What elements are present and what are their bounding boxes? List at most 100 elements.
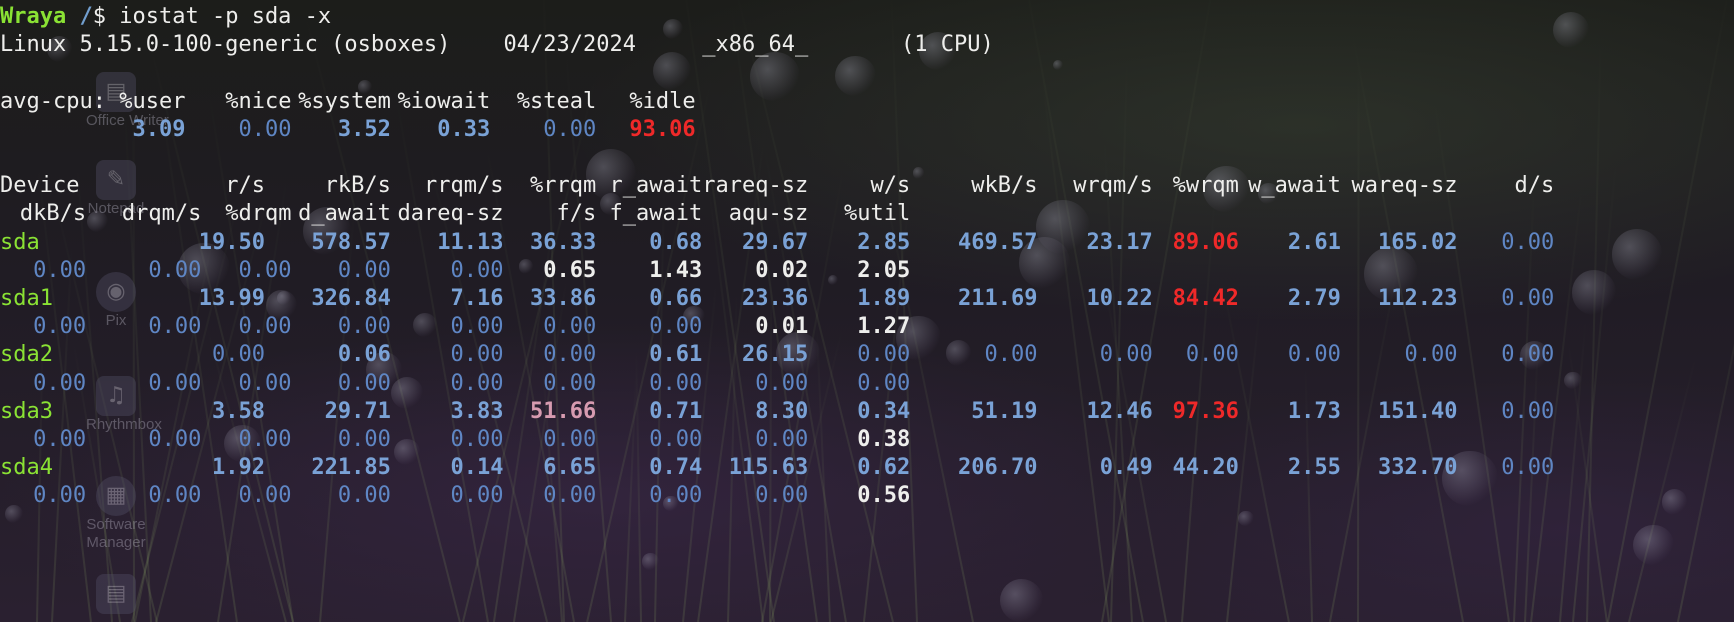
device-name: sda3 [0, 398, 53, 424]
device-value: 0.38 [857, 427, 911, 452]
device-value: 0.00 [337, 257, 391, 283]
sysinfo-line: Linux 5.15.0-100-generic (osboxes) 04/23/… [0, 29, 1734, 60]
cpu-value: 93.06 [629, 116, 696, 142]
device-row-sda3-cont: 0.00 0.00 0.00 0.00 0.00 0.00 0.00 0.00 0.38 [0, 424, 1734, 455]
cpu-value: 0.33 [437, 116, 491, 142]
device-value: 0.00 [649, 370, 703, 396]
device-value: 0.00 [984, 342, 1038, 368]
device-value: 1.73 [1287, 398, 1341, 424]
device-value: 2.55 [1287, 455, 1341, 481]
device-value: 0.00 [543, 342, 597, 368]
device-header-line-2: dkB/s drqm/s %drqm d_await dareq-sz f/s f_awai… [0, 198, 1734, 229]
kernel-info: Linux 5.15.0-100-generic (osboxes) [0, 32, 451, 58]
device-value: 0.00 [33, 314, 87, 340]
device-value: 0.71 [649, 398, 703, 424]
prompt-user: Wraya [0, 4, 67, 29]
cpu-header: %system [298, 88, 391, 114]
device-row-sda-cont: 0.00 0.00 0.00 0.00 0.00 0.65 1.43 0.02 2.05 [0, 255, 1734, 286]
device-value: 2.05 [857, 257, 911, 283]
device-value: 0.00 [337, 427, 391, 452]
device-value: 0.00 [337, 370, 391, 396]
device-value: 0.00 [212, 342, 265, 368]
cpu-header: %nice [225, 88, 292, 114]
column-header: Device [0, 173, 80, 199]
device-value: 29.71 [324, 398, 391, 424]
cpu-header-line: avg-cpu: %user %nice %system %iowait %steal %i… [0, 86, 1734, 117]
device-value: 0.00 [543, 483, 597, 509]
device-header-line-1: Device r/s rkB/s rrqm/s %rrqm r_await rareq-sz… [0, 170, 1734, 201]
architecture: _x86_64_ [702, 32, 809, 58]
column-header: %util [844, 201, 911, 227]
column-header: d/s [1514, 173, 1555, 199]
device-value: 0.00 [337, 314, 391, 340]
device-value: 0.00 [337, 483, 391, 509]
device-value: 0.34 [857, 398, 911, 424]
device-value: 2.61 [1287, 229, 1341, 255]
column-header: %rrqm [530, 173, 597, 199]
device-value: 326.84 [311, 286, 391, 311]
device-value: 36.33 [530, 229, 597, 255]
shell-prompt-line: Wraya / $ iostat -p sda -x [0, 1, 1734, 32]
cpu-values-line: 3.09 0.00 3.52 0.33 0.00 93.06 [0, 114, 1734, 145]
device-value: 0.00 [1501, 342, 1555, 368]
cpu-value: 3.09 [132, 116, 186, 142]
prompt-symbol: $ [92, 4, 106, 29]
device-value: 0.00 [857, 342, 911, 368]
device-row-sda3: sda3 3.58 29.71 3.83 51.66 0.71 8.30 0.34 51.19 1… [0, 396, 1734, 427]
device-value: 0.65 [543, 257, 597, 283]
device-value: 0.68 [649, 229, 703, 255]
device-name: sda4 [0, 455, 53, 481]
device-value: 0.00 [33, 427, 87, 452]
cpu-count: (1 CPU) [901, 32, 994, 58]
device-value: 1.92 [212, 455, 265, 481]
device-value: 1.89 [857, 286, 911, 311]
device-value: 13.99 [198, 286, 265, 311]
cpu-value: 0.00 [238, 116, 292, 142]
device-value: 0.66 [649, 286, 703, 311]
device-value: 0.00 [33, 257, 87, 283]
cpu-header: %idle [629, 88, 696, 114]
device-value: 0.06 [337, 342, 391, 368]
device-value: 6.65 [543, 455, 597, 481]
desktop-background: ▤ Office Writer ✎ Notepad ◉ Pix ♫ Rhythm… [0, 0, 1734, 622]
device-value: 1.27 [857, 314, 911, 340]
device-value: 0.00 [1287, 342, 1341, 368]
device-value: 211.69 [957, 286, 1038, 311]
device-value: 0.00 [33, 483, 87, 509]
device-name: sda [0, 229, 40, 255]
device-value: 578.57 [311, 229, 391, 255]
device-row-sda1-cont: 0.00 0.00 0.00 0.00 0.00 0.00 0.00 0.01 1.27 [0, 311, 1734, 342]
device-row-sda2: sda2 0.00 0.06 0.00 0.00 0.61 26.15 0.00 0.00 0.0… [0, 339, 1734, 370]
device-value: 0.00 [543, 314, 597, 340]
column-header: f/s [556, 201, 597, 227]
device-value: 0.00 [1501, 455, 1555, 481]
device-value: 0.00 [33, 370, 87, 396]
device-row-sda4-cont: 0.00 0.00 0.00 0.00 0.00 0.00 0.00 0.00 0.56 [0, 480, 1734, 511]
column-header: rkB/s [324, 173, 391, 199]
device-value: 33.86 [530, 286, 597, 311]
cpu-header: %user [119, 88, 186, 114]
column-header: w/s [870, 173, 911, 199]
device-value: 0.00 [543, 370, 597, 396]
device-value: 0.00 [1501, 398, 1555, 424]
column-header: d_await [298, 201, 391, 227]
cpu-header: %steal [516, 88, 597, 114]
device-value: 3.58 [212, 398, 265, 424]
prompt-path: / [79, 4, 93, 29]
device-value: 19.50 [198, 229, 265, 255]
device-value: 0.00 [1501, 229, 1555, 255]
device-value: 0.00 [649, 483, 703, 509]
device-value: 206.70 [957, 455, 1038, 481]
device-row-sda: sda 19.50 578.57 11.13 36.33 0.68 29.67 2.85 469… [0, 227, 1734, 258]
column-header: r_await [609, 173, 703, 199]
device-value: 2.79 [1287, 286, 1341, 311]
device-value: 0.74 [649, 455, 703, 481]
device-value: 0.61 [649, 342, 703, 368]
device-value: 2.85 [857, 229, 911, 255]
terminal-output[interactable]: Wraya / $ iostat -p sda -x Linux 5.15.0-100… [0, 0, 1734, 622]
device-value: 0.00 [543, 427, 597, 452]
column-header: w_await [1248, 173, 1341, 199]
device-value: 221.85 [311, 455, 391, 481]
device-name: sda1 [0, 286, 53, 311]
cpu-value: 0.00 [543, 116, 597, 142]
